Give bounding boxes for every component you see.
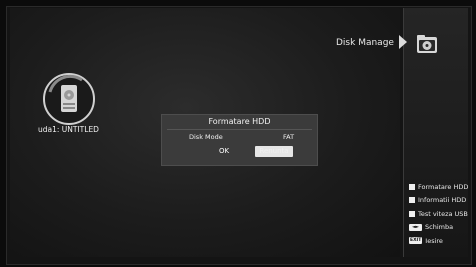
help-item-exit[interactable]: EXIT Iesire: [409, 234, 468, 248]
disk-mode-label: Disk Mode: [189, 133, 223, 141]
exit-key-icon: EXIT: [409, 237, 423, 245]
ok-button[interactable]: OK: [206, 146, 242, 157]
help-label: Formatare HDD: [418, 182, 469, 191]
dialog-divider: [167, 129, 312, 130]
screen-title: Disk Manage: [336, 38, 394, 48]
button-square-icon: [409, 183, 415, 190]
folder-disk-icon: [417, 35, 437, 53]
hdd-icon[interactable]: [42, 72, 96, 126]
cancel-button[interactable]: Renunta: [255, 146, 293, 157]
disk-label: uda1: UNTITLED: [38, 125, 99, 134]
help-label: Schimba: [425, 223, 454, 232]
help-legend: Formatare HDD Informatii HDD Test viteza…: [409, 180, 468, 248]
selection-arrow-icon: [399, 35, 407, 49]
button-square-icon: [409, 210, 415, 217]
disk-mode-value[interactable]: FAT: [283, 133, 294, 141]
help-label: Informatii HDD: [418, 196, 467, 205]
help-item-change[interactable]: ◄► Schimba: [409, 221, 468, 235]
format-dialog: Formatare HDD Disk Mode FAT OK Renunta: [161, 114, 318, 166]
dialog-title: Formatare HDD: [208, 117, 271, 126]
help-item-format[interactable]: Formatare HDD: [409, 180, 468, 194]
left-right-key-icon: ◄►: [409, 223, 422, 231]
help-label: Test viteza USB: [418, 209, 468, 218]
help-item-info[interactable]: Informatii HDD: [409, 194, 468, 208]
help-label: Iesire: [425, 236, 443, 245]
button-square-icon: [409, 197, 415, 204]
help-item-speed-test[interactable]: Test viteza USB: [409, 207, 468, 221]
